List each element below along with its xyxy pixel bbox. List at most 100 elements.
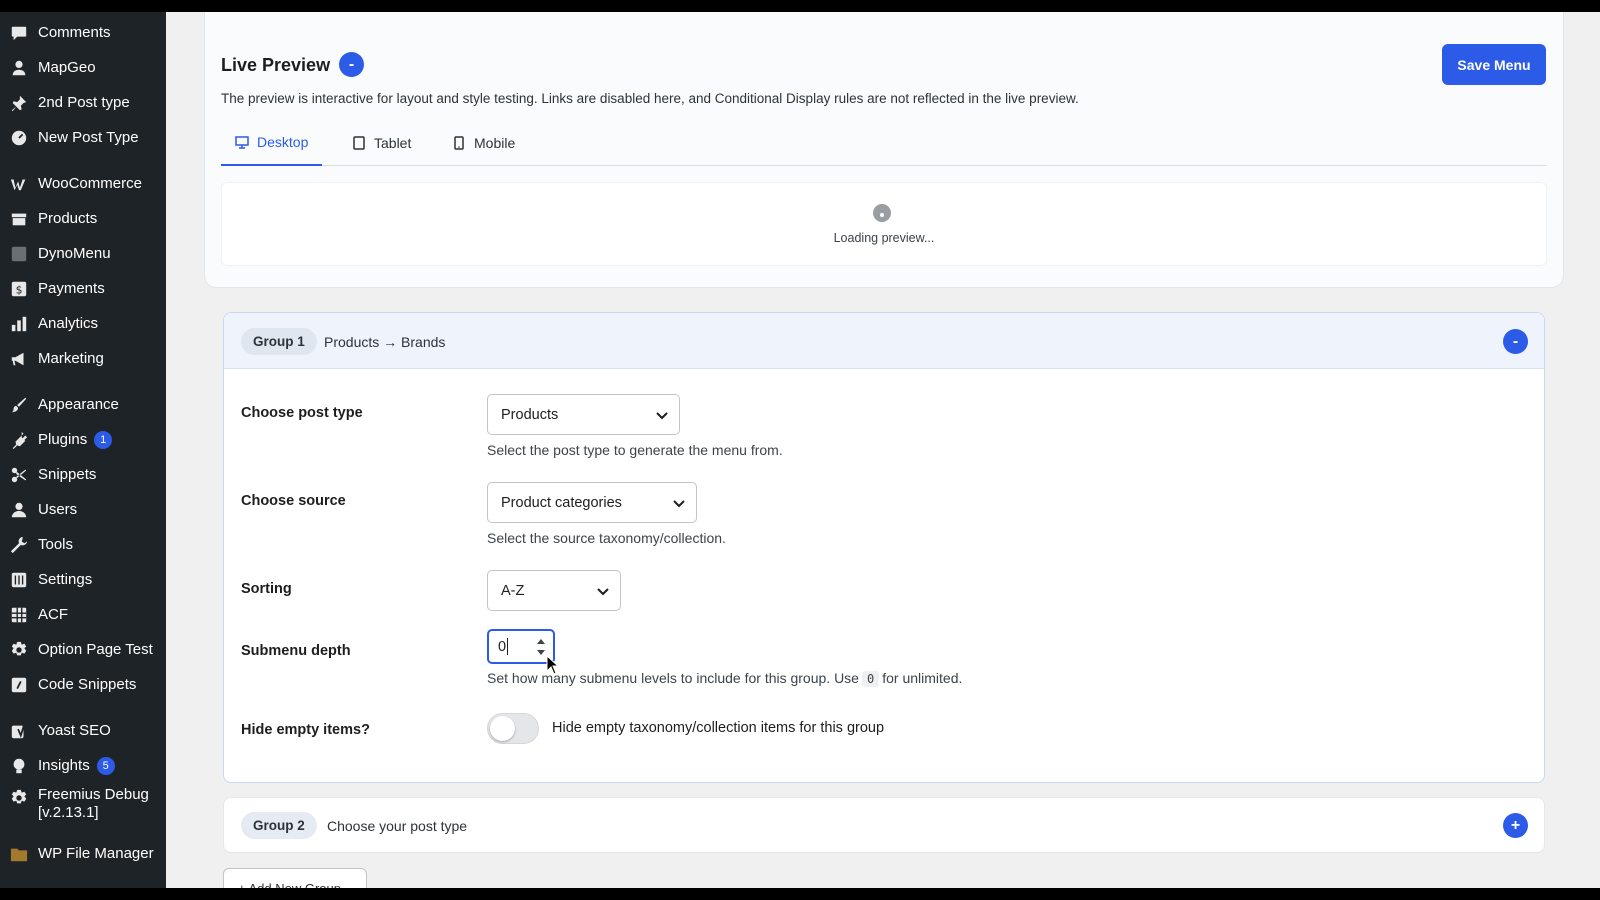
tab-tablet[interactable]: Tablet [338,120,425,166]
scrollbar[interactable] [1592,12,1600,888]
sidebar-item-plugins[interactable]: Plugins 1 [0,425,166,455]
megaphone-icon [9,349,29,369]
group-2-subtitle: Choose your post type [327,818,468,834]
group-1-pill: Group 1 [241,328,317,355]
live-preview-title: Live Preview [221,55,331,75]
sorting-value: A-Z [501,582,525,599]
sidebar-item-label: Code Snippets [38,676,137,693]
loading-spinner-icon [873,204,891,222]
number-stepper[interactable] [534,637,548,657]
device-tabs: Desktop Tablet Mobile [221,120,1547,166]
settings-sliders-icon [9,570,29,590]
sidebar-item-option-page-test[interactable]: Option Page Test [0,635,166,665]
paintbrush-icon [9,395,29,415]
help-text-after: for unlimited. [882,670,963,686]
sidebar-item-analytics[interactable]: Analytics [0,309,166,339]
submenu-depth-input[interactable]: 0 [487,629,555,664]
archive-icon [9,209,29,229]
folder-icon [9,844,29,864]
post-type-help: Select the post type to generate the men… [487,442,783,458]
bar-chart-icon [9,314,29,334]
sidebar-item-dynomenu[interactable]: DynoMenu [0,239,166,269]
sidebar-item-products[interactable]: Products [0,204,166,234]
gear-icon [9,640,29,660]
sidebar-item-code-snippets[interactable]: Code Snippets [0,670,166,700]
sidebar-item-freemius-debug[interactable]: Freemius Debug [v.2.13.1] [0,786,166,826]
gear-icon [9,788,29,808]
sidebar-item-label: MapGeo [38,59,96,76]
post-type-label: Choose post type [241,405,363,421]
svg-text:$: $ [16,284,23,297]
live-preview-description: The preview is interactive for layout an… [221,91,1079,106]
chevron-down-icon [673,500,685,508]
group-2-expand-button[interactable]: + [1503,813,1528,838]
screen: Comments MapGeo 2nd Post type New Post T… [0,12,1600,888]
sidebar-item-mapgeo[interactable]: MapGeo [0,53,166,83]
chevron-down-icon [656,412,668,420]
dollar-icon: $ [9,279,29,299]
sidebar-item-label: Yoast SEO [38,722,111,739]
submenu-depth-value: 0 [498,638,507,655]
source-value: Product categories [501,494,622,511]
sorting-select[interactable]: A-Z [487,570,621,611]
sidebar-item-new-post-type[interactable]: New Post Type [0,123,166,153]
sidebar-item-label: Settings [38,571,93,588]
chevron-down-icon [597,588,609,596]
hide-empty-toggle[interactable] [487,713,539,744]
wrench-icon [9,535,29,555]
sidebar-item-users[interactable]: Users [0,495,166,525]
source-label: Choose source [241,493,346,509]
mobile-icon [452,136,466,150]
sidebar-item-label: Marketing [38,350,104,367]
comments-icon [9,23,29,43]
dynomenu-icon [9,244,29,264]
sidebar-item-woocommerce[interactable]: WooCommerce [0,169,166,199]
insights-icon [9,756,29,776]
tab-label: Tablet [374,135,412,151]
group-1-collapse-button[interactable]: - [1503,329,1528,354]
group-1-panel: Group 1 Products → Brands - Choose post … [223,312,1545,783]
main-content: Live Preview - Save Menu The preview is … [166,12,1600,888]
sidebar-item-comments[interactable]: Comments [0,18,166,48]
sidebar-item-snippets[interactable]: Snippets [0,460,166,490]
sidebar-item-label: DynoMenu [38,245,111,262]
sidebar-item-wp-file-manager[interactable]: WP File Manager [0,839,166,869]
loading-text: Loading preview... [833,231,935,245]
hide-empty-label: Hide empty items? [241,722,370,738]
sidebar-item-label: Payments [38,280,105,297]
sidebar-item-label: New Post Type [38,129,139,146]
sidebar-item-label-line2: [v.2.13.1] [38,804,99,821]
sidebar-item-payments[interactable]: $ Payments [0,274,166,304]
tab-desktop[interactable]: Desktop [221,120,323,166]
woocommerce-icon [9,174,29,194]
yoast-icon [9,721,29,741]
group-2-pill: Group 2 [241,812,317,839]
post-type-select[interactable]: Products [487,394,680,435]
sidebar-item-2nd-post-type[interactable]: 2nd Post type [0,88,166,118]
sidebar-item-label: Products [38,210,98,227]
group-1-subtitle: Products → Brands [324,334,446,350]
save-menu-button[interactable]: Save Menu [1442,44,1546,85]
sidebar-item-yoast-seo[interactable]: Yoast SEO [0,716,166,746]
add-new-group-button[interactable]: + Add New Group [223,868,367,888]
sidebar-item-acf[interactable]: ACF [0,600,166,630]
desktop-icon [235,135,249,149]
admin-sidebar: Comments MapGeo 2nd Post type New Post T… [0,12,166,888]
sidebar-item-insights[interactable]: Insights 5 [0,751,166,781]
group-2-panel[interactable]: Group 2 Choose your post type + [223,797,1545,853]
sidebar-item-settings[interactable]: Settings [0,565,166,595]
source-select[interactable]: Product categories [487,482,697,523]
live-preview-collapse-button[interactable]: - [339,52,364,77]
stepper-up-icon[interactable] [535,637,547,646]
plugin-icon [9,430,29,450]
sidebar-item-label: Snippets [38,466,97,483]
sidebar-item-label: Analytics [38,315,99,332]
tab-label: Desktop [257,134,309,150]
sidebar-item-marketing[interactable]: Marketing [0,344,166,374]
hide-empty-toggle-label: Hide empty taxonomy/collection items for… [552,720,885,736]
sidebar-item-tools[interactable]: Tools [0,530,166,560]
tab-mobile[interactable]: Mobile [438,120,529,166]
sidebar-item-appearance[interactable]: Appearance [0,390,166,420]
group-1-header[interactable]: Group 1 Products → Brands - [224,313,1544,369]
text-caret [507,638,509,655]
